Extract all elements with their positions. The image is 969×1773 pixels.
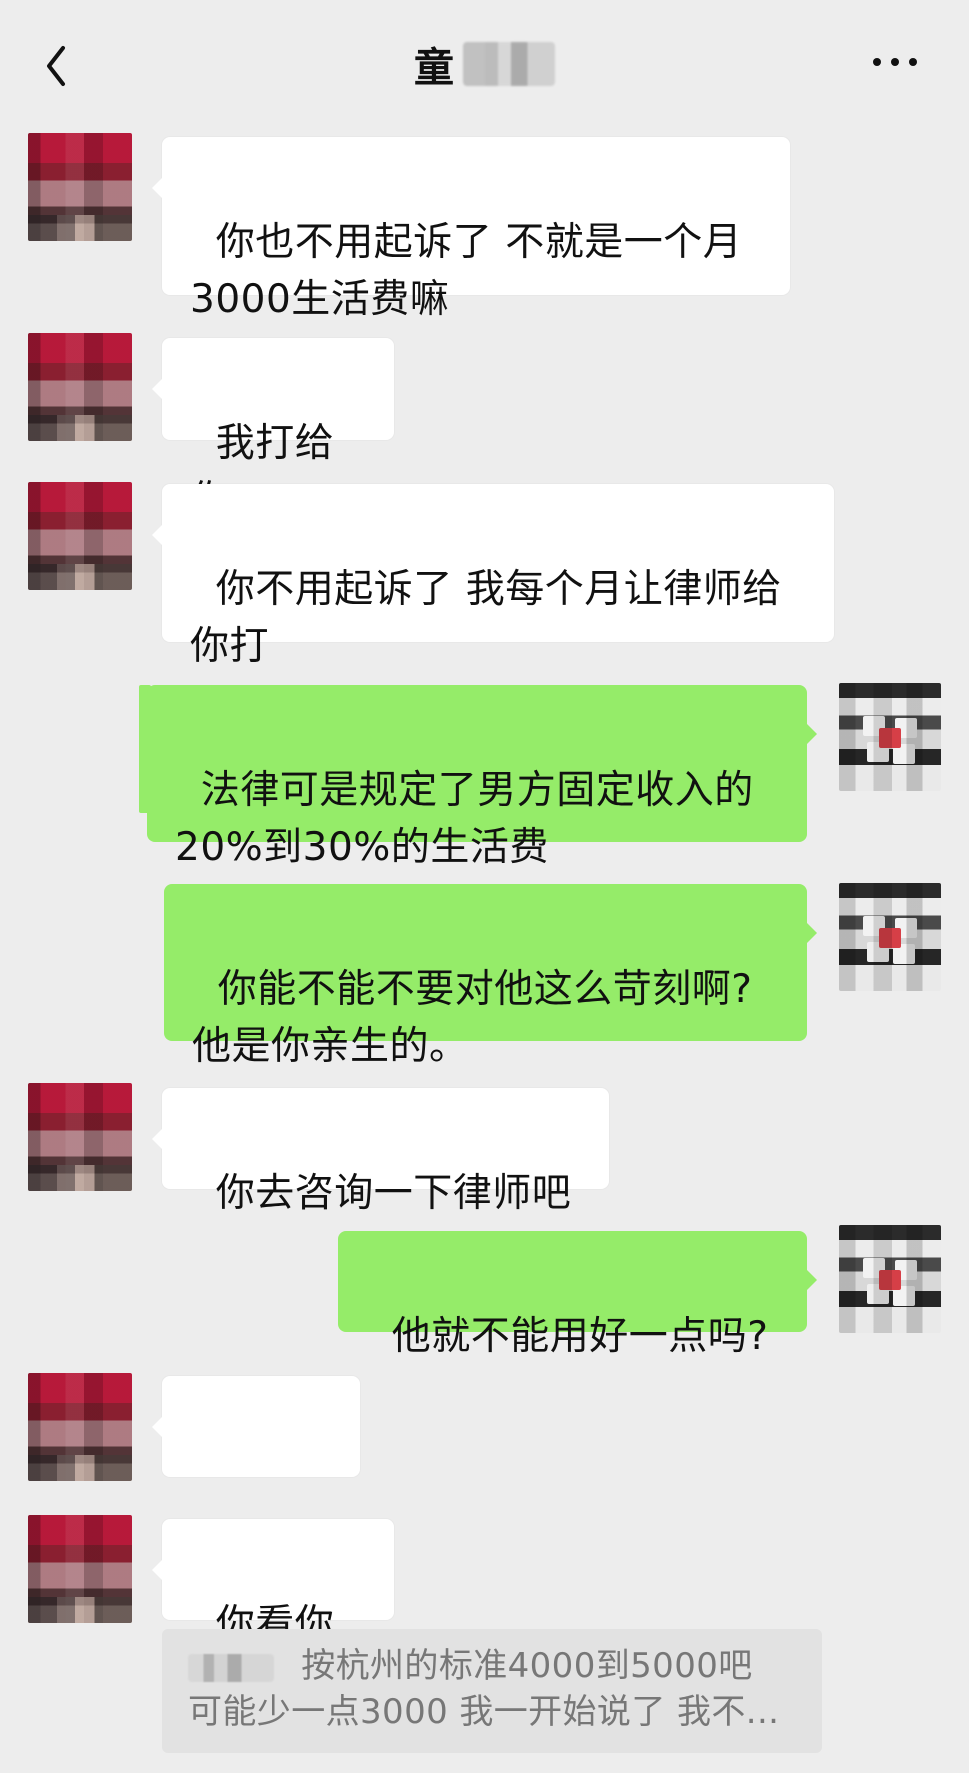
- quoted-line-2: 可能少一点3000 我一开始说了 我不...: [188, 1689, 798, 1735]
- quoted-line-1: 按杭州的标准4000到5000吧: [188, 1643, 798, 1689]
- contact-avatar[interactable]: [28, 1373, 132, 1481]
- message-bubble-right[interactable]: 你能不能不要对他这么苛刻啊? 他是你亲生的。: [164, 884, 817, 1069]
- quoted-text-line-1: 按杭州的标准4000到5000吧: [301, 1646, 753, 1686]
- contact-avatar[interactable]: [28, 133, 132, 241]
- message-bubble-right[interactable]: 法律可是规定了男方固定收入的 20%到30%的生活费: [147, 685, 817, 870]
- message-bubble-left[interactable]: 你去咨询一下律师吧: [152, 1088, 609, 1216]
- contact-avatar[interactable]: [28, 482, 132, 590]
- contact-avatar[interactable]: [28, 1083, 132, 1191]
- more-button[interactable]: [869, 48, 921, 76]
- chat-title-text: 童: [414, 44, 455, 91]
- message-text: 你能不能不要对他这么苛刻啊? 他是你亲生的。: [192, 967, 753, 1069]
- message-bubble-right[interactable]: 他就不能用好一点吗?: [338, 1231, 817, 1359]
- user-avatar[interactable]: [839, 1225, 941, 1333]
- top-bar: 童: [0, 0, 969, 125]
- blurred-name-mask: [188, 1653, 274, 1682]
- user-avatar[interactable]: [839, 683, 941, 791]
- message-bubble-left[interactable]: 你看你看: [152, 1519, 394, 1704]
- contact-avatar[interactable]: [28, 1515, 132, 1623]
- message-text: 他就不能用好一点吗?: [391, 1314, 769, 1359]
- message-bubble-left[interactable]: 你不用起诉了 我每个月让律师给 你打: [152, 484, 834, 669]
- ellipsis-horizontal-icon: [873, 58, 917, 66]
- message-bubble-left[interactable]: 我打给你: [152, 338, 394, 523]
- message-text: 你也不用起诉了 不就是一个月 3000生活费嘛: [190, 220, 743, 322]
- back-button[interactable]: [28, 38, 84, 94]
- user-avatar[interactable]: [839, 883, 941, 991]
- message-bubble-left[interactable]: 你也不用起诉了 不就是一个月 3000生活费嘛: [152, 137, 790, 322]
- quoted-text-line-2: 可能少一点3000 我一开始说了 我不...: [188, 1692, 780, 1732]
- message-bubble-left[interactable]: 大姐: [152, 1376, 360, 1563]
- message-text: 你不用起诉了 我每个月让律师给 你打: [190, 567, 782, 669]
- contact-avatar[interactable]: [28, 333, 132, 441]
- blurred-name-mask: [463, 41, 555, 86]
- message-text: 你去咨询一下律师吧: [215, 1171, 572, 1216]
- chat-title: 童: [414, 35, 555, 93]
- quoted-message[interactable]: 按杭州的标准4000到5000吧 可能少一点3000 我一开始说了 我不...: [162, 1629, 822, 1753]
- chevron-left-icon: [47, 46, 65, 86]
- message-text: 法律可是规定了男方固定收入的 20%到30%的生活费: [175, 768, 754, 870]
